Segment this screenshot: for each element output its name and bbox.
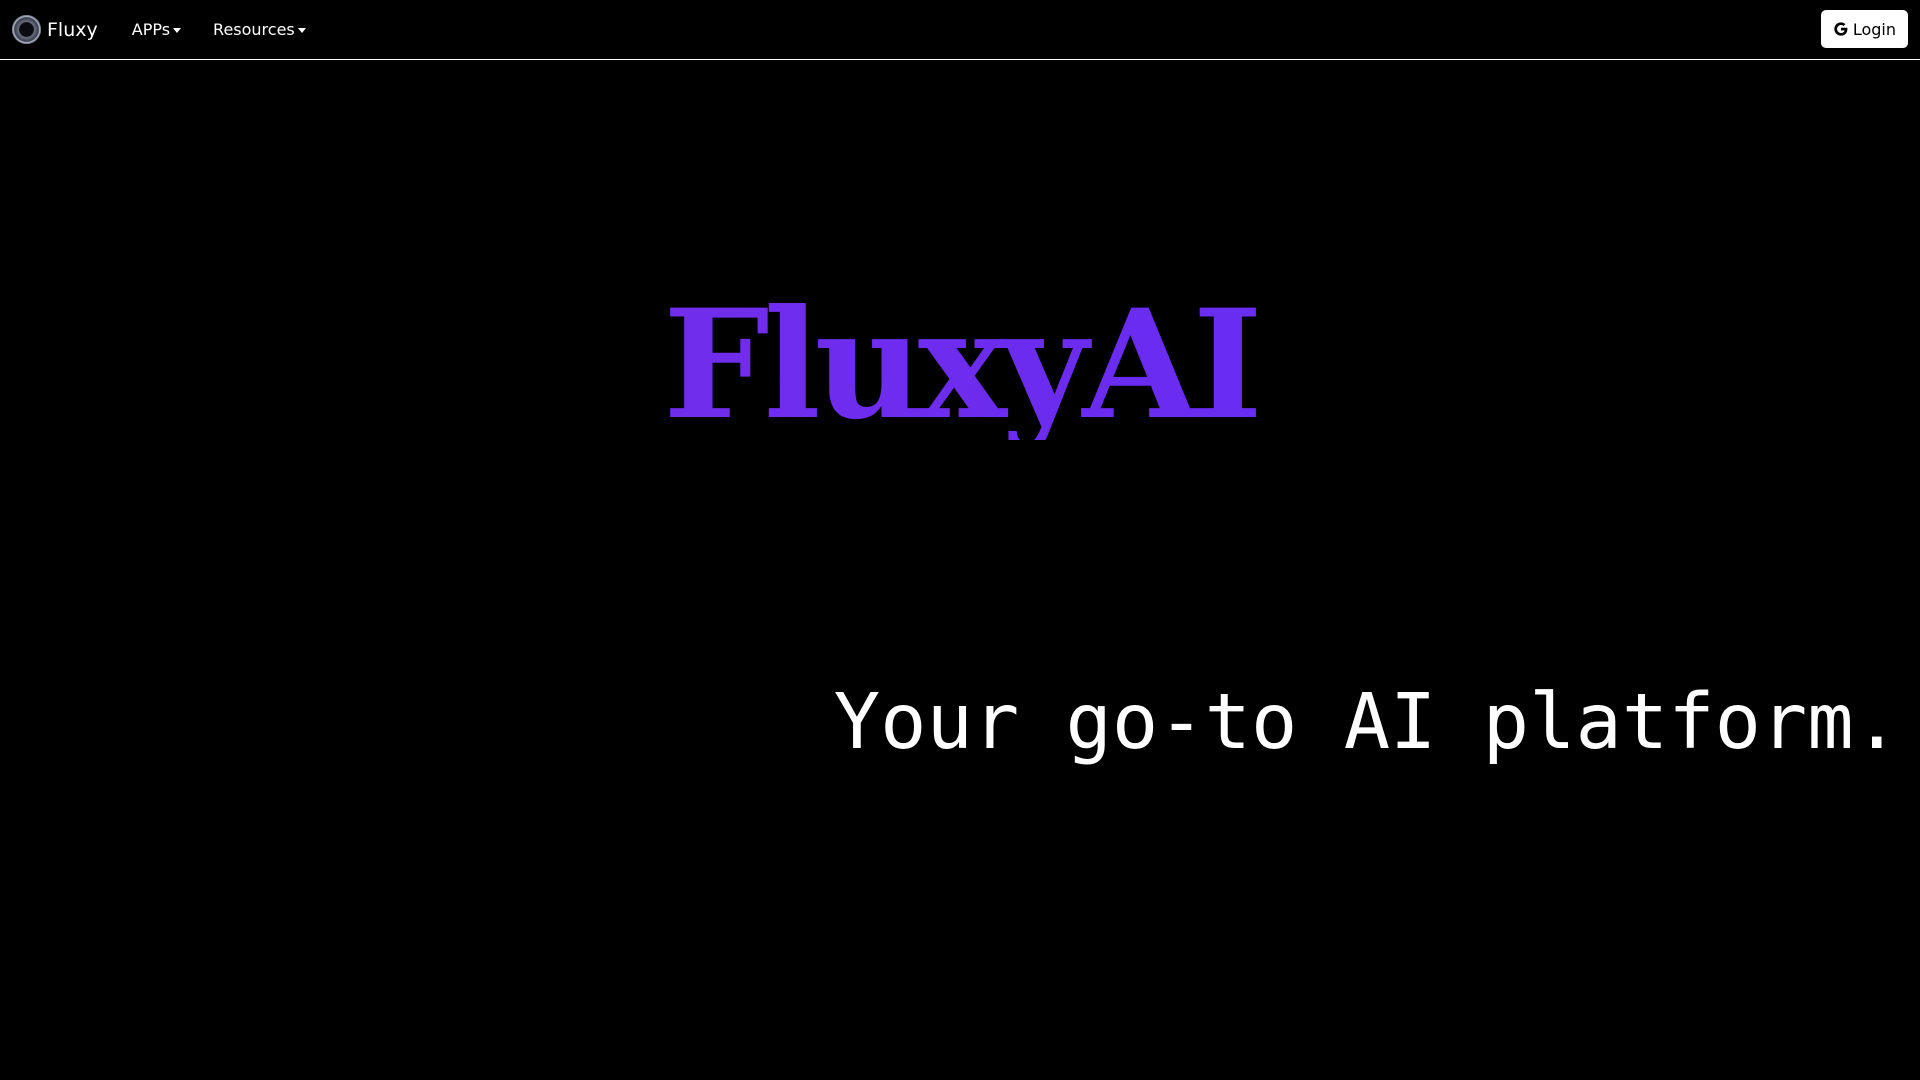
caret-down-icon — [297, 27, 306, 33]
login-label: Login — [1852, 19, 1896, 39]
fluxy-logo-icon — [12, 15, 41, 44]
brand-link[interactable]: Fluxy — [12, 15, 98, 44]
hero-tagline: Your go-to AI platform. — [833, 678, 1900, 767]
nav-resources-dropdown[interactable]: Resources — [213, 20, 306, 39]
brand-name: Fluxy — [47, 18, 98, 41]
top-navbar: Fluxy APPs Resources Login — [0, 0, 1920, 60]
hero-title: FluxyAI — [0, 290, 1920, 440]
google-g-icon — [1834, 22, 1848, 36]
nav-apps-dropdown[interactable]: APPs — [131, 20, 182, 39]
nav-resources-label: Resources — [213, 20, 295, 39]
nav-apps-label: APPs — [131, 20, 171, 39]
login-button[interactable]: Login — [1820, 10, 1908, 48]
caret-down-icon — [173, 27, 182, 33]
